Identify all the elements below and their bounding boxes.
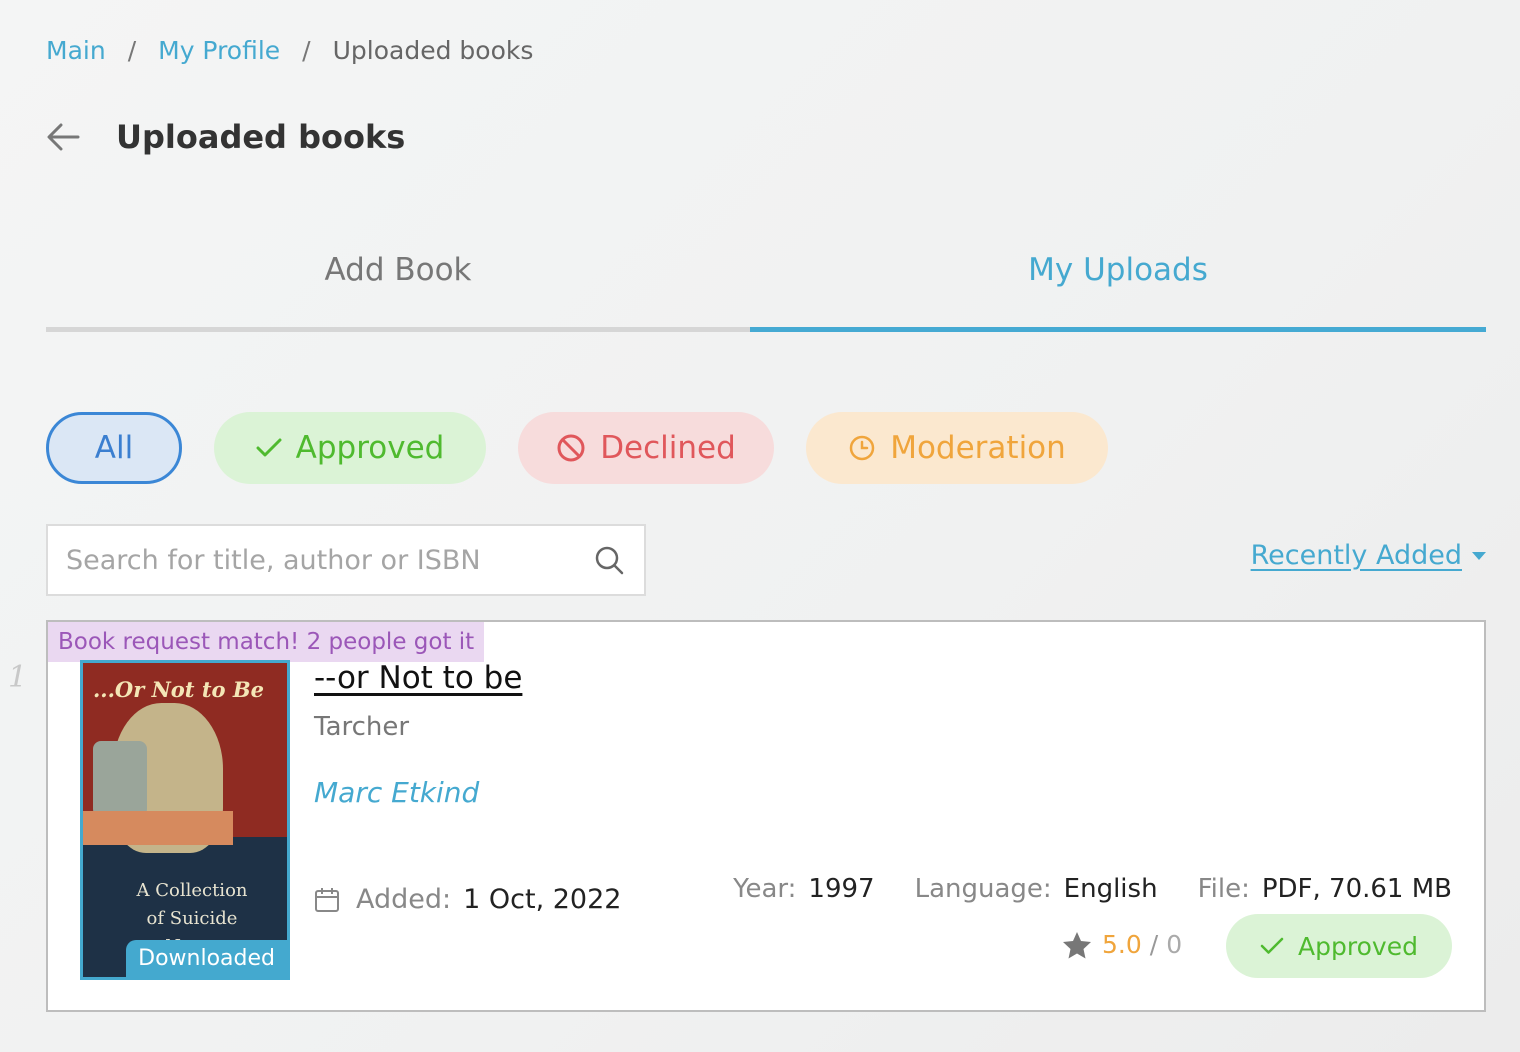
year-field: Year: 1997 [733, 874, 875, 904]
back-button[interactable] [46, 120, 80, 154]
filter-moderation-chip[interactable]: Moderation [806, 412, 1108, 484]
status-label: Approved [1298, 931, 1418, 961]
added-label: Added: [356, 884, 452, 915]
book-rating: 5.0 / 0 [1062, 930, 1182, 959]
book-author-link[interactable]: Marc Etkind [314, 776, 479, 809]
file-field: File: PDF, 70.61 MB [1198, 874, 1452, 904]
status-badge: Approved [1226, 914, 1452, 978]
breadcrumb-current: Uploaded books [332, 36, 534, 65]
year-label: Year: [733, 874, 797, 904]
cover-title: ...Or Not to Be [93, 677, 264, 702]
filter-approved-chip[interactable]: Approved [214, 412, 486, 484]
check-icon [256, 438, 282, 457]
book-cover[interactable]: ...Or Not to Be A Collection of Suicide … [80, 660, 290, 980]
caret-down-icon [1472, 551, 1486, 560]
filter-approved-label: Approved [295, 430, 445, 466]
status-filters: All Approved Declined Moderation [46, 412, 1108, 484]
search-box [46, 524, 646, 596]
filter-moderation-label: Moderation [890, 430, 1066, 466]
downloaded-badge: Downloaded [126, 940, 287, 977]
rating-separator: / [1149, 930, 1159, 959]
page-header: Uploaded books [46, 118, 405, 156]
language-label: Language: [914, 874, 1052, 904]
breadcrumb-main-link[interactable]: Main [46, 36, 106, 65]
breadcrumb-separator: / [302, 36, 311, 65]
language-value: English [1063, 874, 1158, 904]
book-request-match-badge: Book request match! 2 people got it [48, 622, 485, 662]
sort-label: Recently Added [1250, 540, 1462, 571]
search-input[interactable] [66, 544, 592, 576]
breadcrumb-separator: / [127, 36, 137, 65]
tab-my-uploads[interactable]: My Uploads [750, 252, 1486, 332]
sort-dropdown[interactable]: Recently Added [1251, 540, 1486, 571]
book-meta: Year: 1997 Language: English File: PDF, … [693, 874, 1452, 904]
book-card: Book request match! 2 people got it ...O… [46, 620, 1486, 1012]
breadcrumb-profile-link[interactable]: My Profile [158, 36, 280, 65]
file-value: PDF, 70.61 MB [1261, 874, 1452, 904]
book-publisher: Tarcher [314, 712, 410, 742]
added-value: 1 Oct, 2022 [463, 884, 622, 915]
breadcrumb: Main / My Profile / Uploaded books [46, 36, 533, 65]
filter-all-chip[interactable]: All [46, 412, 182, 484]
check-icon [1260, 937, 1284, 954]
language-field: Language: English [915, 874, 1158, 904]
search-icon[interactable] [592, 543, 626, 577]
clock-icon [849, 435, 875, 461]
page-title: Uploaded books [116, 118, 406, 156]
added-date: Added: 1 Oct, 2022 [314, 884, 621, 915]
ban-icon [557, 434, 585, 462]
file-label: File: [1197, 874, 1250, 904]
row-index: 1 [8, 660, 28, 695]
star-icon [1062, 931, 1092, 959]
rating-count: 0 [1166, 930, 1183, 959]
filter-declined-label: Declined [600, 430, 736, 466]
calendar-icon [314, 887, 340, 913]
rating-score: 5.0 [1102, 930, 1142, 959]
book-title-link[interactable]: --or Not to be [314, 660, 522, 696]
tab-add-book[interactable]: Add Book [46, 252, 750, 332]
filter-all-label: All [94, 430, 134, 466]
filter-declined-chip[interactable]: Declined [518, 412, 774, 484]
book-cover-art: ...Or Not to Be A Collection of Suicide … [83, 663, 287, 977]
arrow-left-icon [47, 123, 80, 151]
year-value: 1997 [808, 874, 875, 904]
tabs: Add Book My Uploads [46, 252, 1486, 332]
